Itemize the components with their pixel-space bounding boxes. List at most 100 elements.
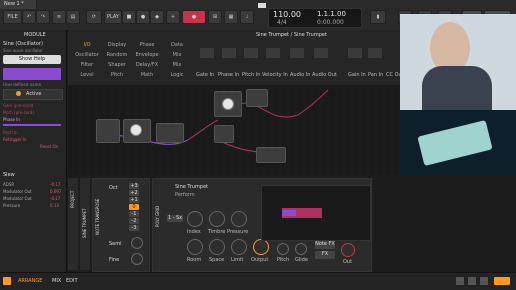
voices-select[interactable]: 1 - Sx: [167, 215, 183, 222]
preset-name[interactable]: Sine Trumpet: [175, 184, 208, 190]
knob-icon[interactable]: [222, 98, 234, 110]
category-filter[interactable]: Filter: [70, 62, 104, 68]
fx-button[interactable]: FX: [315, 251, 335, 259]
gain-in-module[interactable]: [348, 48, 362, 58]
audio-out-module[interactable]: [314, 48, 328, 58]
category-oscillator[interactable]: Oscillator: [70, 52, 104, 58]
oct-step[interactable]: +1: [129, 197, 139, 203]
port-pitch-in: Pitch In: [3, 130, 18, 135]
pitch-in-module[interactable]: [244, 48, 258, 58]
category-mix2[interactable]: Mix: [160, 62, 194, 68]
category-display[interactable]: Display: [100, 42, 134, 48]
record-icon[interactable]: ●: [136, 10, 150, 24]
out-knob[interactable]: [341, 243, 355, 257]
tempo-value[interactable]: 110.00: [273, 10, 301, 19]
redo-icon[interactable]: ↷: [36, 10, 50, 24]
time-signature[interactable]: 4/4: [277, 19, 287, 26]
loop-icon[interactable]: ⟳: [86, 10, 102, 24]
category-logic[interactable]: Logic: [160, 72, 194, 78]
note-fx-button[interactable]: Note FX: [315, 241, 335, 249]
category-envelope[interactable]: Envelope: [130, 52, 164, 58]
category-pitch[interactable]: Pitch: [100, 72, 134, 78]
velocity-in-module[interactable]: [266, 48, 280, 58]
module-node[interactable]: [256, 147, 286, 163]
module-node[interactable]: [96, 119, 120, 143]
preview-modules: [282, 210, 296, 216]
knob-label: Space: [209, 257, 225, 263]
person-image: [422, 66, 492, 110]
phase-in-module[interactable]: [222, 48, 236, 58]
gate-in-module[interactable]: [200, 48, 214, 58]
automation-icon[interactable]: ◆: [150, 10, 164, 24]
punch-icon[interactable]: ⊞: [208, 10, 222, 24]
module-node[interactable]: [123, 119, 151, 143]
oct-step[interactable]: -2: [129, 218, 139, 224]
oct-step-selected[interactable]: 0: [129, 204, 139, 210]
metronome-icon[interactable]: ♩: [240, 10, 254, 24]
tab-project[interactable]: New 1 *: [0, 0, 37, 9]
pan-in-module[interactable]: [368, 48, 382, 58]
fine-knob[interactable]: [131, 253, 143, 265]
category-shaper[interactable]: Shaper: [100, 62, 134, 68]
device-color-swatch[interactable]: [3, 68, 61, 80]
category-math[interactable]: Math: [130, 72, 164, 78]
stop-icon[interactable]: ■: [122, 10, 136, 24]
output-knob[interactable]: [253, 239, 269, 255]
grid-patch-editor[interactable]: [68, 85, 400, 175]
file-menu-button[interactable]: FILE: [3, 10, 22, 24]
oct-step[interactable]: +2: [129, 190, 139, 196]
audio-in-module[interactable]: [290, 48, 304, 58]
arrange-view-button[interactable]: ARRANGE: [18, 278, 42, 284]
glide-knob[interactable]: [295, 243, 307, 255]
notification-icon[interactable]: [3, 277, 11, 285]
category-delay-fx[interactable]: Delay/FX: [130, 62, 164, 68]
semi-knob[interactable]: [131, 237, 143, 249]
category-random[interactable]: Random: [100, 52, 134, 58]
clip-launcher-icon[interactable]: ▦: [224, 10, 238, 24]
play-button[interactable]: PLAY: [104, 10, 122, 24]
toggle-icon[interactable]: [456, 277, 464, 285]
mix-view-button[interactable]: MIX: [52, 278, 61, 284]
category-mix[interactable]: Mix: [160, 52, 194, 58]
bitwig-logo-icon: [258, 3, 266, 8]
toggle-icon[interactable]: [468, 277, 476, 285]
grid-preview[interactable]: [261, 185, 371, 241]
edit-view-button[interactable]: EDIT: [66, 278, 78, 284]
active-toggle[interactable]: Active: [3, 89, 63, 100]
toggle-icon[interactable]: [480, 277, 488, 285]
category-level[interactable]: Level: [70, 72, 104, 78]
glide-label: Glide: [295, 257, 308, 263]
oct-step[interactable]: -3: [129, 225, 139, 231]
category-data[interactable]: Data: [160, 42, 194, 48]
limit-knob[interactable]: [231, 239, 247, 255]
module-node[interactable]: [214, 91, 242, 117]
oct-step[interactable]: -1: [129, 211, 139, 217]
panel-icon[interactable]: ▤: [66, 10, 80, 24]
pitch-knob[interactable]: [277, 243, 289, 255]
room-knob[interactable]: [187, 239, 203, 255]
mode-button[interactable]: [494, 277, 510, 285]
module-node[interactable]: [246, 89, 268, 107]
space-knob[interactable]: [209, 239, 225, 255]
knob-icon[interactable]: [130, 124, 142, 136]
position-display: 1.1.1.00: [317, 10, 346, 18]
undo-icon[interactable]: ↶: [22, 10, 36, 24]
perform-tab[interactable]: Perform: [175, 192, 195, 198]
overdub-icon[interactable]: +: [166, 10, 180, 24]
port-reset: Reset On: [40, 144, 59, 149]
category-phase[interactable]: Phase: [130, 42, 164, 48]
timbre-knob[interactable]: [209, 211, 225, 227]
device-description: Sine wave oscillator: [3, 48, 43, 53]
knob-label: Timbre: [208, 229, 226, 235]
index-knob[interactable]: [187, 211, 203, 227]
mixer-icon[interactable]: ≡: [52, 10, 66, 24]
module-node[interactable]: [214, 125, 234, 143]
pressure-knob[interactable]: [231, 211, 247, 227]
show-help-button[interactable]: Show Help: [3, 55, 61, 64]
port-pitch: Pitch (pre-cord): [3, 110, 34, 115]
module-node[interactable]: [156, 123, 184, 143]
record-arm-button[interactable]: ●: [182, 10, 206, 24]
category-io[interactable]: I/O: [70, 42, 104, 48]
mod-value: 0.097: [50, 189, 62, 194]
oct-step[interactable]: +3: [129, 183, 139, 189]
